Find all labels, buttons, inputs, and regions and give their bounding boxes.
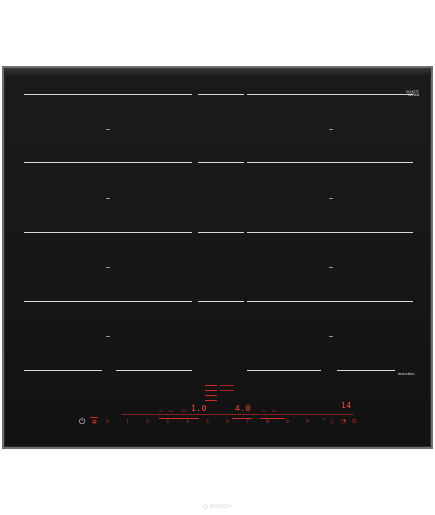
zone-line	[337, 370, 395, 372]
zone-center-mark	[329, 336, 333, 337]
fry-sensor-icon[interactable]: ◔	[341, 418, 346, 425]
zone-line	[247, 94, 413, 96]
slider-top-line	[122, 414, 354, 415]
slider-level[interactable]: 8	[265, 419, 270, 424]
flex-zone-icon[interactable]: ▭	[262, 407, 266, 414]
zone-select-left-icon[interactable]: ▭	[159, 407, 163, 414]
zone-line	[24, 94, 192, 96]
slider-level[interactable]: 0	[105, 419, 110, 424]
flex-zone-icon[interactable]: ▭	[272, 407, 276, 414]
zone-center-mark	[329, 129, 333, 130]
program-indicator-bar	[220, 385, 234, 386]
program-indicator-bar	[205, 385, 217, 386]
zone-center-mark	[106, 336, 110, 337]
zone-line	[247, 370, 321, 372]
zone-center-mark	[106, 267, 110, 268]
brand-name: BOSCH	[210, 504, 232, 510]
cooktop-panel: SCHOTT CERAN induction ▭ ▭ ◷ 1.0 4.0 ▭ ▭…	[2, 66, 433, 510]
cooktop-rim	[4, 68, 431, 76]
zone-line	[198, 162, 244, 164]
zone-line	[116, 370, 192, 372]
zone-line	[247, 232, 413, 234]
zone-center-mark	[106, 198, 110, 199]
brand-logo: BOSCH	[203, 504, 231, 510]
zone-center-mark	[329, 267, 333, 268]
zone-line	[198, 301, 244, 303]
child-lock-icon[interactable]: ▦	[92, 419, 97, 426]
left-zone-display: 1.0	[191, 404, 207, 413]
power-slider[interactable]: 0 1 2 3 4 5 6 7 8 9 P	[105, 419, 315, 425]
power-boost-icon[interactable]: ⌃	[321, 418, 326, 425]
slider-level[interactable]: 3	[165, 419, 170, 424]
zone-line	[24, 370, 102, 372]
slider-level[interactable]: 2	[145, 419, 150, 424]
zone-line	[24, 301, 192, 303]
program-indicator-bar	[205, 395, 217, 396]
slider-level[interactable]: 1	[125, 419, 130, 424]
wipe-protect-icon[interactable]: ▯	[331, 419, 334, 426]
timer-icon[interactable]: ⏲	[352, 418, 357, 425]
zone-line	[198, 94, 244, 96]
zone-select-left-icon[interactable]: ▭	[169, 407, 173, 414]
zone-center-mark	[329, 198, 333, 199]
bosch-armature-icon	[203, 504, 208, 510]
zone-line	[24, 232, 192, 234]
program-indicator-bar	[205, 400, 217, 401]
slider-level[interactable]: 6	[225, 419, 230, 424]
program-indicator-bar	[205, 390, 217, 391]
slider-level[interactable]: 5	[205, 419, 210, 424]
right-zone-display: 14	[341, 401, 352, 410]
zone-line	[198, 232, 244, 234]
center-zone-display: 4.0	[235, 404, 251, 413]
program-indicator-bar	[220, 390, 234, 391]
zone-line	[247, 162, 413, 164]
power-icon[interactable]: ⏻	[79, 418, 85, 426]
slider-level[interactable]: 4	[185, 419, 190, 424]
zone-line	[24, 162, 192, 164]
slider-level[interactable]: 9	[285, 419, 290, 424]
zone-center-mark	[106, 129, 110, 130]
induction-label: induction	[398, 372, 415, 376]
slider-level[interactable]: P	[305, 419, 310, 424]
slider-accent	[90, 417, 98, 418]
timer-icon[interactable]: ◷	[182, 407, 186, 414]
zone-line	[247, 301, 413, 303]
slider-level[interactable]: 7	[245, 419, 250, 424]
